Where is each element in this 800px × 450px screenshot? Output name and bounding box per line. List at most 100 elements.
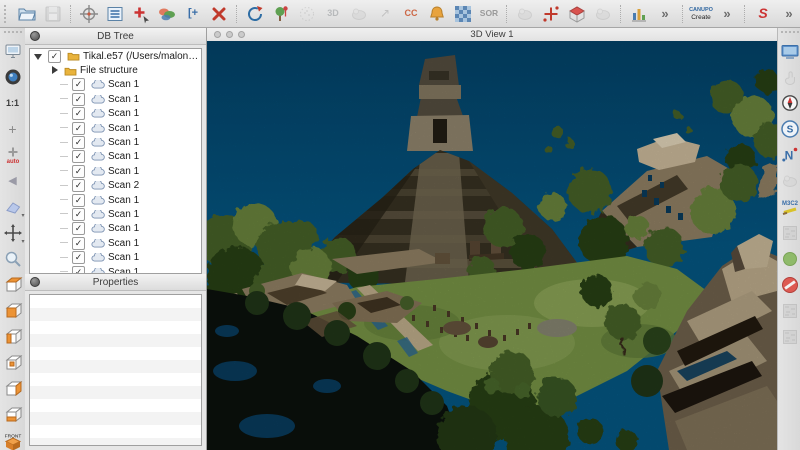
shade-plugin-button[interactable] [779, 170, 800, 192]
tree-item-scan-4[interactable]: ✓Scan 1 [30, 121, 201, 135]
visibility-checkbox[interactable]: ✓ [72, 78, 85, 91]
perspective-view-button[interactable]: ▾ [2, 196, 24, 218]
hpr-plugin-button[interactable] [513, 2, 537, 26]
interactive-transform-button[interactable] [347, 2, 371, 26]
visibility-checkbox[interactable]: ✓ [48, 50, 61, 63]
visibility-checkbox[interactable]: ✓ [72, 251, 85, 264]
view-top-button[interactable] [2, 274, 24, 296]
tree-item-scan-11[interactable]: ✓Scan 1 [30, 222, 201, 236]
refresh-display-button[interactable] [2, 40, 24, 62]
visibility-checkbox[interactable]: ✓ [72, 222, 85, 235]
collapse-icon[interactable] [34, 52, 43, 61]
clipping-box-button[interactable] [565, 2, 589, 26]
point-cloud-render[interactable] [207, 41, 777, 450]
tree-item-scan-5[interactable]: ✓Scan 1 [30, 135, 201, 149]
3d-scene[interactable] [207, 41, 777, 450]
overflow-chevron-1[interactable]: » [653, 2, 677, 26]
display-options-button[interactable] [103, 2, 127, 26]
auto-pick-center-button[interactable]: auto [2, 144, 24, 166]
toolbar-drag-handle[interactable] [4, 31, 22, 37]
texture-plugin-2-button[interactable] [779, 300, 800, 322]
visibility-checkbox[interactable]: ✓ [72, 136, 85, 149]
tree-item-scan-12[interactable]: ✓Scan 1 [30, 236, 201, 250]
hpr2-plugin-button[interactable] [591, 2, 615, 26]
canupo-create-button[interactable]: CANUPOCreate [689, 2, 713, 26]
properties-float-button[interactable] [30, 277, 40, 287]
visibility-checkbox[interactable]: ✓ [72, 194, 85, 207]
tree-item-scan-7[interactable]: ✓Scan 1 [30, 164, 201, 178]
view-left-button[interactable] [2, 326, 24, 348]
zoom-center-button[interactable] [77, 2, 101, 26]
texture-plugin-3-button[interactable] [779, 326, 800, 348]
overflow-chevron-3[interactable]: » [777, 2, 800, 26]
db-tree[interactable]: ✓Tikal.e57 (/Users/maloney/de...File str… [29, 48, 202, 274]
properties-panel[interactable] [29, 294, 202, 446]
visibility-checkbox[interactable]: ✓ [72, 266, 85, 274]
facets-plugin-button[interactable]: S [779, 118, 800, 140]
view-front-button[interactable] [2, 300, 24, 322]
tree-item-scan-14[interactable]: ✓Scan 1 [30, 265, 201, 274]
view-back-button[interactable] [2, 352, 24, 374]
tree-item-scan-3[interactable]: ✓Scan 1 [30, 107, 201, 121]
texture-plugin-1-button[interactable] [779, 222, 800, 244]
bell-button[interactable] [425, 2, 449, 26]
screenshot-camera-button[interactable] [2, 66, 24, 88]
visibility-checkbox[interactable]: ✓ [72, 150, 85, 163]
tree-item-root[interactable]: ✓Tikal.e57 (/Users/maloney/de... [30, 49, 201, 63]
visibility-checkbox[interactable]: ✓ [72, 165, 85, 178]
tree-item-scan-13[interactable]: ✓Scan 1 [30, 250, 201, 264]
tree-item-scan-2[interactable]: ✓Scan 1 [30, 92, 201, 106]
point-picking-button[interactable] [129, 2, 153, 26]
register-button[interactable] [243, 2, 267, 26]
zoom-1-1-button[interactable]: 1:1 [2, 92, 24, 114]
toolbar-drag-handle[interactable] [781, 31, 799, 37]
view-right-button[interactable] [2, 378, 24, 400]
m3c2-plugin-button[interactable]: M3C2 [779, 196, 800, 218]
texture-checker-button[interactable] [451, 2, 475, 26]
tree-item-scan-9[interactable]: ✓Scan 1 [30, 193, 201, 207]
color-scale-button[interactable]: CC [399, 2, 423, 26]
delete-button[interactable] [207, 2, 231, 26]
zoom-tool-button[interactable] [2, 248, 24, 270]
visibility-checkbox[interactable]: ✓ [72, 237, 85, 250]
hide-points-plugin-button[interactable] [779, 274, 800, 296]
expand-icon[interactable] [50, 66, 59, 75]
close-window-button[interactable] [214, 31, 221, 38]
visibility-checkbox[interactable]: ✓ [72, 107, 85, 120]
sphere-tool-button[interactable] [295, 2, 319, 26]
poisson-plugin-button[interactable] [779, 248, 800, 270]
tree-item-scan-6[interactable]: ✓Scan 1 [30, 150, 201, 164]
view-bottom-button[interactable] [2, 404, 24, 426]
minimize-window-button[interactable] [226, 31, 233, 38]
subsample-button[interactable]: [+ [181, 2, 205, 26]
tree-item-scan-1[interactable]: ✓Scan 1 [30, 78, 201, 92]
normals-plugin-button[interactable]: N [779, 144, 800, 166]
tree-item-scan-10[interactable]: ✓Scan 1 [30, 207, 201, 221]
visibility-checkbox[interactable]: ✓ [72, 122, 85, 135]
point-pair-align-button[interactable] [779, 66, 800, 88]
axes-tool-button[interactable] [539, 2, 563, 26]
tree-item-file-structure[interactable]: File structure [30, 63, 201, 77]
view-iso-front-button[interactable]: FRONT [2, 430, 24, 450]
db-tree-float-button[interactable] [30, 31, 40, 41]
compass-plugin-button[interactable] [779, 92, 800, 114]
cloud-export-button[interactable]: ↗ [373, 2, 397, 26]
maximize-window-button[interactable] [238, 31, 245, 38]
previous-view-button[interactable]: ◀ [2, 170, 24, 192]
segment-button[interactable] [269, 2, 293, 26]
save-button[interactable] [41, 2, 65, 26]
pan-mode-button[interactable]: ▾ [2, 222, 24, 244]
animation-plugin-button[interactable] [779, 40, 800, 62]
toolbar-drag-handle[interactable] [4, 5, 11, 23]
tree-item-scan-8[interactable]: ✓Scan 2 [30, 179, 201, 193]
visibility-checkbox[interactable]: ✓ [72, 93, 85, 106]
histogram-button[interactable] [627, 2, 651, 26]
sor-filter-button[interactable]: SOR [477, 2, 501, 26]
visibility-checkbox[interactable]: ✓ [72, 208, 85, 221]
overflow-chevron-2[interactable]: » [715, 2, 739, 26]
merge-clouds-button[interactable] [155, 2, 179, 26]
zoom-fit-button[interactable]: + [2, 118, 24, 140]
label-3d-button[interactable]: 3D [321, 2, 345, 26]
open-file-button[interactable] [15, 2, 39, 26]
csf-filter-button[interactable]: S [751, 2, 775, 26]
